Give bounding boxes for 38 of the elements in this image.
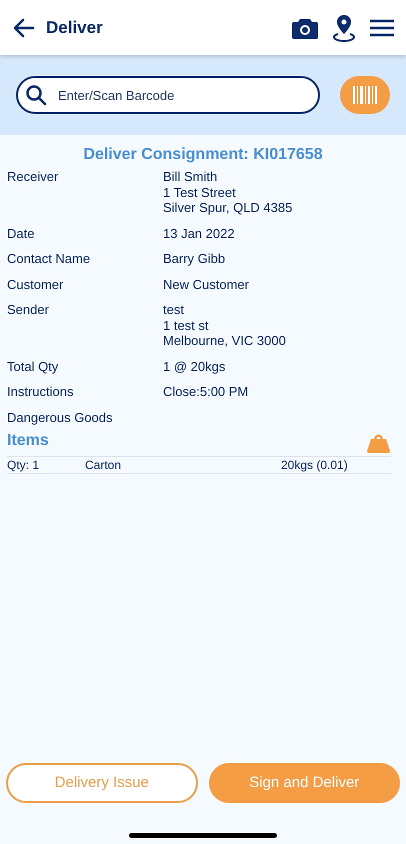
detail-value: Silver Spur, QLD 4385 [163, 200, 292, 216]
camera-icon [292, 16, 318, 38]
consignment-title: Deliver Consignment: KI017658 [82, 145, 324, 165]
detail-value: Bill Smith [163, 169, 218, 184]
search-icon [25, 84, 47, 106]
menu-icon [370, 18, 394, 36]
detail-label: Instructions [7, 384, 74, 400]
detail-value: 1 @ 20kgs [163, 358, 226, 374]
delivery-issue-button[interactable]: Delivery Issue [6, 763, 198, 803]
items-heading: Items [7, 431, 49, 451]
detail-value: New Customer [163, 276, 249, 292]
item-qty: Qty: 1 [7, 458, 40, 472]
detail-value: Barry Gibb [163, 251, 226, 266]
detail-value: 1 test st [163, 318, 210, 333]
barcode-icon [352, 86, 378, 104]
page-title: Deliver [46, 16, 103, 39]
back-arrow-icon [13, 18, 35, 38]
detail-value: 1 Test Street [163, 184, 237, 200]
detail-label: Receiver [7, 169, 60, 186]
location-button[interactable] [332, 14, 356, 42]
barcode-search-field[interactable]: Enter/Scan Barcode [16, 76, 320, 114]
menu-button[interactable] [370, 18, 394, 36]
detail-label: Date [7, 226, 36, 241]
back-button[interactable] [12, 16, 36, 40]
sign-and-deliver-button[interactable]: Sign and Deliver [208, 763, 400, 803]
camera-button[interactable] [292, 16, 318, 38]
item-weight: 20kgs (0.01) [281, 458, 348, 472]
detail-label: Contact Name [7, 251, 92, 266]
detail-label: Customer [7, 276, 64, 292]
location-pin-icon [332, 14, 356, 42]
detail-label: Dangerous Goods [7, 410, 114, 425]
detail-value: Close:5:00 PM [163, 384, 248, 400]
item-type: Carton [85, 458, 122, 472]
detail-value: 13 Jan 2022 [163, 226, 235, 241]
detail-value: Melbourne, VIC 3000 [163, 333, 286, 348]
detail-value: test [163, 302, 185, 318]
detail-label: Total Qty [7, 358, 60, 374]
detail-label: Sender [7, 302, 50, 319]
